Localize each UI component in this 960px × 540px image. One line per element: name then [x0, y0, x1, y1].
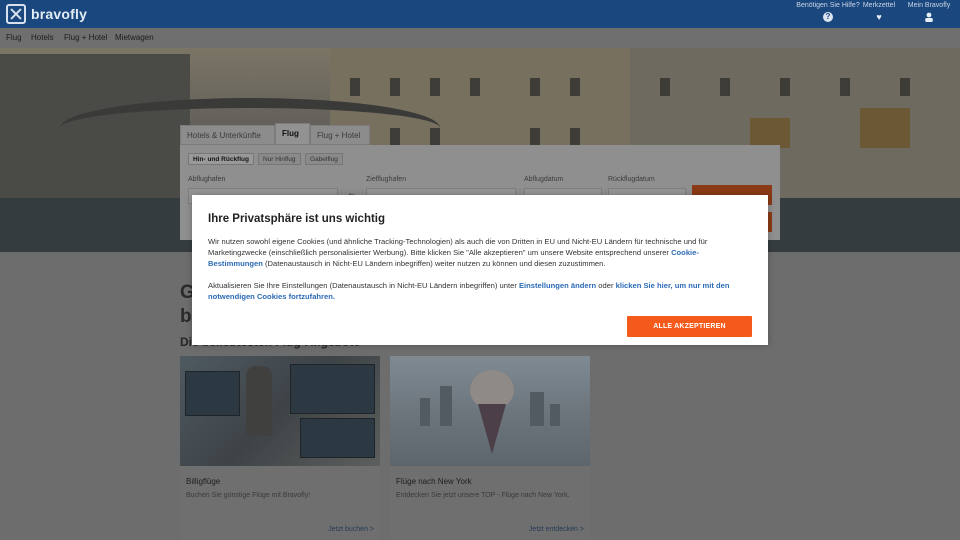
- card-title: Billigflüge: [186, 477, 221, 486]
- deal-card-billigfluege[interactable]: Billigflüge Buchen Sie günstige Flüge mi…: [180, 356, 380, 540]
- logo-icon: [6, 4, 26, 24]
- nav-item-flug[interactable]: Flug: [6, 33, 22, 42]
- return-label: Rückflugdatum: [608, 176, 655, 183]
- cookie-consent-dialog: Ihre Privatsphäre ist uns wichtig Wir nu…: [192, 195, 768, 345]
- card-link[interactable]: Jetzt buchen >: [328, 526, 374, 533]
- nav-item-mietwagen[interactable]: Mietwagen: [115, 33, 154, 42]
- consent-paragraph-1: Wir nutzen sowohl eigene Cookies (und äh…: [208, 237, 708, 268]
- tab-hotels[interactable]: Hotels & Unterkünfte: [180, 125, 275, 145]
- card-image-new-york: [390, 356, 590, 466]
- nav-item-flug-hotel[interactable]: Flug + Hotel: [64, 33, 107, 42]
- dialog-title: Ihre Privatsphäre ist uns wichtig: [208, 213, 386, 225]
- card-description: Buchen Sie günstige Flüge mit Bravofly!: [186, 492, 311, 499]
- wishlist-label: Merkzettel: [862, 2, 896, 9]
- account-label: Mein Bravofly: [907, 2, 951, 9]
- bravofly-logo[interactable]: bravofly: [6, 4, 87, 24]
- trip-type-multicity[interactable]: Gabelflug: [305, 153, 343, 165]
- deal-card-new-york[interactable]: Flüge nach New York Entdecken Sie jetzt …: [390, 356, 590, 540]
- to-label: Zielflughafen: [366, 176, 407, 183]
- card-title: Flüge nach New York: [396, 477, 472, 486]
- main-nav: Flug Hotels Flug + Hotel Mietwagen: [0, 28, 960, 48]
- logo-text: bravofly: [31, 6, 88, 22]
- trip-type-roundtrip[interactable]: Hin- und Rückflug: [188, 153, 254, 165]
- consent-paragraph-2: Aktualisieren Sie Ihre Einstellungen (Da…: [208, 281, 730, 301]
- card-image-airport: [180, 356, 380, 466]
- account-link[interactable]: Mein Bravofly: [894, 2, 960, 22]
- card-description: Entdecken Sie jetzt unsere TOP - Flüge n…: [396, 492, 570, 499]
- card-link[interactable]: Jetzt entdecken >: [529, 526, 584, 533]
- top-header: bravofly Benötigen Sie Hilfe? ? Merkzett…: [0, 0, 960, 28]
- tab-flug[interactable]: Flug: [275, 123, 310, 145]
- accept-all-button[interactable]: ALLE AKZEPTIEREN: [627, 316, 752, 337]
- tab-flug-hotel[interactable]: Flug + Hotel: [310, 125, 370, 145]
- from-label: Abflughafen: [188, 176, 226, 183]
- page-heading-line2: b: [180, 306, 192, 327]
- help-icon: ?: [823, 12, 833, 22]
- nav-item-hotels[interactable]: Hotels: [31, 33, 54, 42]
- trip-type-oneway[interactable]: Nur Hinflug: [258, 153, 301, 165]
- change-settings-link[interactable]: Einstellungen ändern: [519, 281, 596, 290]
- user-icon: [925, 12, 933, 22]
- depart-label: Abflugdatum: [524, 176, 564, 183]
